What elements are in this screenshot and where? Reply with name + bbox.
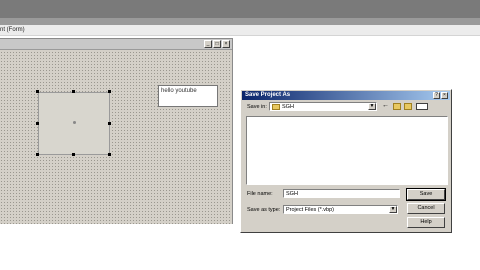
up-folder-icon[interactable] (393, 103, 401, 110)
save-in-combo[interactable]: SGH ▼ (269, 102, 377, 111)
minimize-button[interactable]: _ (204, 40, 212, 48)
control-center-dot (73, 121, 76, 124)
folder-icon (272, 104, 280, 110)
mdi-background-band (0, 18, 480, 25)
help-title-button[interactable]: ? (433, 92, 440, 99)
resize-handle-nw[interactable] (36, 90, 39, 93)
resize-handle-se[interactable] (108, 153, 111, 156)
app-title: nt (Form) (0, 27, 25, 33)
save-as-type-label: Save as type: (247, 207, 281, 213)
resize-handle-s[interactable] (72, 153, 75, 156)
back-icon[interactable]: ← (381, 102, 390, 110)
save-as-type-value: Project Files (*.vbp) (286, 207, 334, 213)
save-as-type-combo[interactable]: Project Files (*.vbp) ▼ (283, 205, 398, 214)
resize-handle-w[interactable] (36, 122, 39, 125)
app-title-bar: nt (Form) (0, 25, 480, 36)
file-name-label: File name: (247, 191, 273, 197)
resize-handle-n[interactable] (72, 90, 75, 93)
cancel-button[interactable]: Cancel (407, 203, 445, 214)
selected-control[interactable] (38, 92, 110, 155)
new-folder-icon[interactable] (404, 103, 412, 110)
save-in-label: Save in: (247, 104, 267, 110)
label-text: hello youtube (161, 88, 197, 94)
close-button[interactable]: × (222, 40, 230, 48)
file-list[interactable] (246, 116, 448, 185)
form-canvas[interactable] (0, 51, 232, 224)
save-project-dialog[interactable]: Save Project As ? × Save in: SGH ▼ ← Fil… (240, 89, 452, 233)
maximize-button[interactable]: □ (213, 40, 221, 48)
form-designer-window[interactable]: _ □ × (0, 38, 233, 224)
dialog-title-bar[interactable]: Save Project As ? × (242, 91, 450, 100)
label-control[interactable]: hello youtube (158, 85, 218, 107)
dialog-title: Save Project As (245, 92, 291, 98)
view-menu-icon[interactable] (416, 103, 428, 110)
save-in-value: SGH (282, 104, 294, 110)
form-title-bar[interactable]: _ □ × (0, 39, 232, 50)
top-toolbar-strip (0, 0, 480, 18)
resize-handle-ne[interactable] (108, 90, 111, 93)
resize-handle-sw[interactable] (36, 153, 39, 156)
help-button[interactable]: Help (407, 217, 445, 228)
file-name-field[interactable]: SGH (283, 189, 400, 198)
close-dialog-button[interactable]: × (441, 92, 448, 99)
chevron-down-icon[interactable]: ▼ (389, 206, 397, 213)
resize-handle-e[interactable] (108, 122, 111, 125)
save-button[interactable]: Save (406, 188, 446, 201)
chevron-down-icon[interactable]: ▼ (368, 103, 376, 110)
